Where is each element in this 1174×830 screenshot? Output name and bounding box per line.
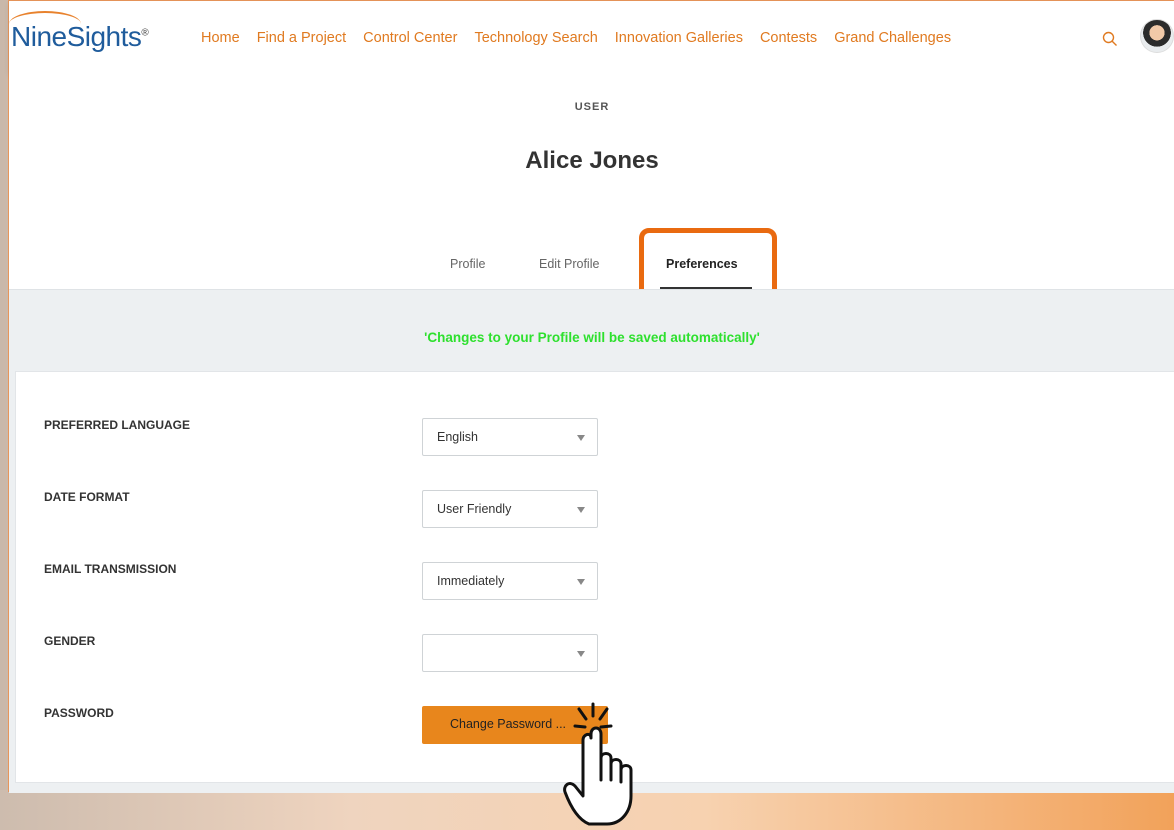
logo[interactable]: NineSights® (11, 21, 149, 53)
nav-links: Home Find a Project Control Center Techn… (201, 30, 968, 46)
nav-link-control-center[interactable]: Control Center (363, 30, 457, 46)
password-label: PASSWORD (44, 706, 114, 720)
notice-band: 'Changes to your Profile will be saved a… (9, 289, 1174, 371)
nav-link-technology-search[interactable]: Technology Search (474, 30, 597, 46)
nav-link-grand-challenges[interactable]: Grand Challenges (834, 30, 951, 46)
profile-header: USER Alice Jones Profile Edit Profile Pr… (9, 73, 1174, 300)
autosave-notice: 'Changes to your Profile will be saved a… (424, 330, 760, 345)
preferred-language-select[interactable]: English (422, 418, 598, 456)
section-label: USER (574, 101, 610, 113)
email-transmission-select[interactable]: Immediately (422, 562, 598, 600)
email-transmission-value: Immediately (437, 574, 505, 588)
date-format-select[interactable]: User Friendly (422, 490, 598, 528)
registered-mark: ® (141, 27, 149, 39)
chevron-down-icon (577, 651, 585, 657)
tab-profile[interactable]: Profile (450, 257, 485, 271)
gender-label: GENDER (44, 634, 96, 648)
tab-edit-profile[interactable]: Edit Profile (539, 257, 599, 271)
top-navigation: NineSights® Home Find a Project Control … (9, 1, 1174, 73)
pointer-hand-icon (563, 702, 633, 826)
search-icon[interactable] (1102, 31, 1118, 47)
nav-link-contests[interactable]: Contests (760, 30, 817, 46)
email-transmission-label: EMAIL TRANSMISSION (44, 562, 177, 576)
preferred-language-value: English (437, 430, 478, 444)
date-format-label: DATE FORMAT (44, 490, 130, 504)
gender-select[interactable] (422, 634, 598, 672)
profile-tabs: Profile Edit Profile Preferences (9, 253, 1174, 289)
avatar[interactable] (1140, 19, 1174, 53)
page-title: Alice Jones (525, 147, 659, 174)
chevron-down-icon (577, 435, 585, 441)
preferred-language-label: PREFERRED LANGUAGE (44, 418, 191, 432)
nav-link-innovation-galleries[interactable]: Innovation Galleries (615, 30, 743, 46)
chevron-down-icon (577, 507, 585, 513)
logo-text: NineSights (11, 21, 142, 52)
browser-frame: NineSights® Home Find a Project Control … (8, 0, 1174, 793)
date-format-value: User Friendly (437, 502, 512, 516)
nav-link-find-a-project[interactable]: Find a Project (257, 30, 346, 46)
chevron-down-icon (577, 579, 585, 585)
nav-link-home[interactable]: Home (201, 30, 240, 46)
